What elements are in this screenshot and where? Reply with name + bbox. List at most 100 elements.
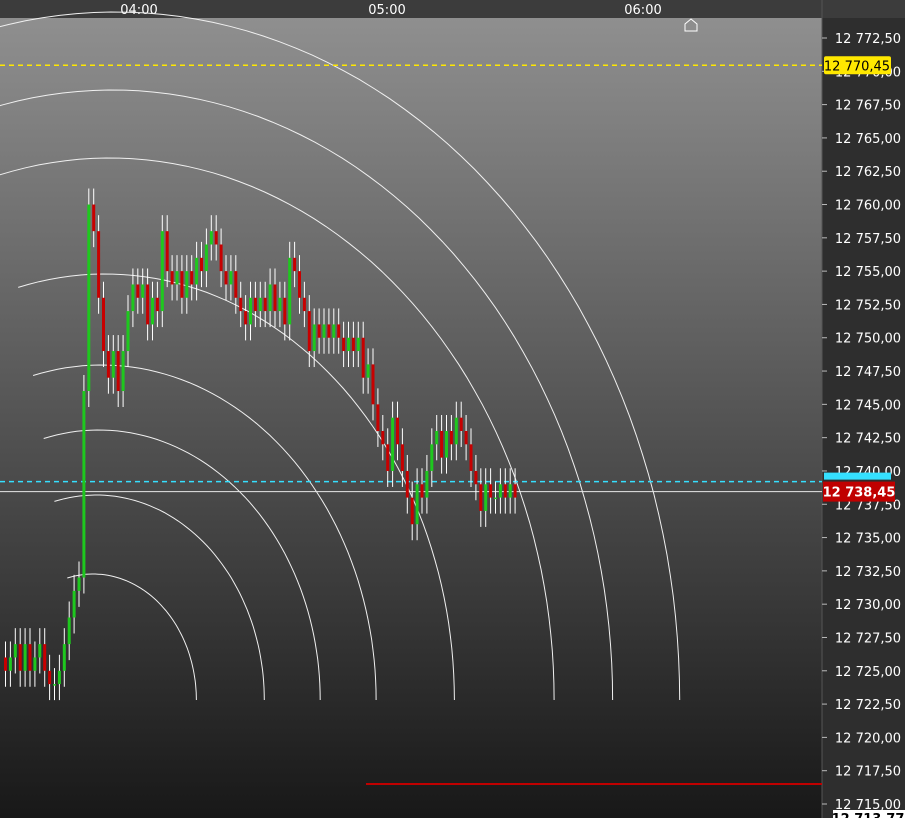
candle-body	[18, 644, 22, 671]
candle-body	[214, 231, 218, 245]
price-tick-label: 12 747,50	[835, 365, 901, 380]
candle-body	[111, 351, 115, 378]
candle-body	[317, 324, 321, 338]
candle-body	[72, 590, 76, 618]
candle-body	[415, 484, 419, 525]
candle-body	[195, 257, 199, 285]
candle-body	[425, 470, 429, 498]
candle-body	[62, 644, 66, 671]
candle-body	[293, 257, 297, 272]
candle-body	[57, 670, 61, 685]
candle-body	[190, 271, 194, 285]
candle-body	[38, 644, 42, 658]
candle-body	[332, 324, 336, 338]
candle-body	[508, 484, 512, 498]
candle-body	[474, 470, 478, 485]
price-tick-label: 12 750,00	[835, 332, 901, 347]
candle-body	[337, 324, 341, 338]
candle-body	[97, 231, 101, 298]
candle-body	[28, 644, 32, 671]
price-tick-label: 12 755,00	[835, 265, 901, 280]
candle-body	[410, 497, 414, 525]
candle-body	[175, 271, 179, 285]
candle-body	[146, 284, 150, 325]
candle-body	[347, 337, 350, 352]
candle-body	[288, 257, 292, 325]
price-tick-label: 12 725,00	[835, 665, 901, 680]
candle-body	[283, 297, 287, 325]
price-tick-label: 12 717,50	[835, 765, 901, 780]
candle-body	[126, 311, 130, 352]
candle-body	[273, 284, 277, 312]
candle-body	[366, 364, 370, 378]
candle-body	[484, 484, 488, 511]
candle-body	[371, 364, 375, 405]
candle-body	[351, 337, 355, 352]
cyan-price-tag	[824, 472, 891, 480]
price-tick-label: 12 762,50	[835, 165, 901, 180]
candle-body	[82, 391, 86, 578]
price-tick-label: 12 752,50	[835, 298, 901, 313]
price-tick-label: 12 730,00	[835, 598, 901, 613]
candle-body	[400, 444, 404, 471]
candle-body	[204, 244, 208, 272]
candle-body	[405, 470, 409, 498]
candle-body	[170, 271, 174, 285]
time-label: 04:00	[120, 3, 157, 18]
candle-body	[13, 644, 17, 658]
candle-body	[200, 257, 203, 272]
candle-body	[386, 444, 390, 471]
candle-body	[356, 337, 360, 352]
candle-body	[302, 297, 306, 312]
price-tick-label: 12 757,50	[835, 232, 901, 247]
candle-body	[258, 297, 262, 312]
candle-body	[234, 271, 238, 298]
candle-body	[53, 684, 56, 686]
candle-body	[48, 670, 52, 685]
candle-body	[376, 404, 380, 431]
candle-body	[454, 417, 458, 445]
time-label: 06:00	[624, 3, 661, 18]
candle-body	[209, 231, 213, 245]
candle-body	[420, 484, 424, 498]
bottom-price-label: 12 713,77	[832, 812, 905, 818]
candle-body	[445, 430, 448, 458]
candle-body	[23, 644, 27, 671]
candle-body	[513, 484, 517, 498]
price-tick-label: 12 727,50	[835, 631, 901, 646]
candle-body	[131, 284, 135, 312]
candle-body	[77, 577, 81, 591]
candle-body	[361, 337, 365, 378]
candle-body	[440, 430, 444, 458]
candle-body	[4, 657, 7, 671]
candle-body	[494, 497, 497, 500]
candle-body	[327, 324, 331, 338]
candle-body	[381, 430, 385, 445]
candle-body	[268, 284, 272, 312]
candle-body	[469, 444, 473, 471]
candle-body	[249, 297, 252, 325]
candle-body	[459, 417, 463, 431]
candle-body	[229, 271, 233, 285]
candle-body	[136, 284, 140, 298]
candle-body	[312, 324, 316, 352]
price-tick-label: 12 760,00	[835, 199, 901, 214]
candle-body	[121, 351, 125, 392]
candle-body	[396, 417, 399, 445]
candle-body	[307, 311, 311, 352]
candle-body	[498, 484, 502, 498]
candle-body	[180, 271, 184, 298]
price-tick-label: 12 732,50	[835, 565, 901, 580]
candle-body	[430, 444, 434, 471]
candle-body	[244, 311, 248, 325]
candle-body	[116, 351, 120, 392]
candle-body	[33, 657, 37, 671]
price-tick-label: 12 772,50	[835, 32, 901, 47]
price-tick-label: 12 745,00	[835, 398, 901, 413]
candle-body	[185, 271, 189, 298]
candle-body	[322, 324, 326, 338]
candle-body	[239, 297, 243, 312]
candle-body	[479, 484, 483, 511]
price-chart: 12 772,5012 770,0012 767,5012 765,0012 7…	[0, 0, 905, 818]
candle-body	[253, 297, 257, 312]
